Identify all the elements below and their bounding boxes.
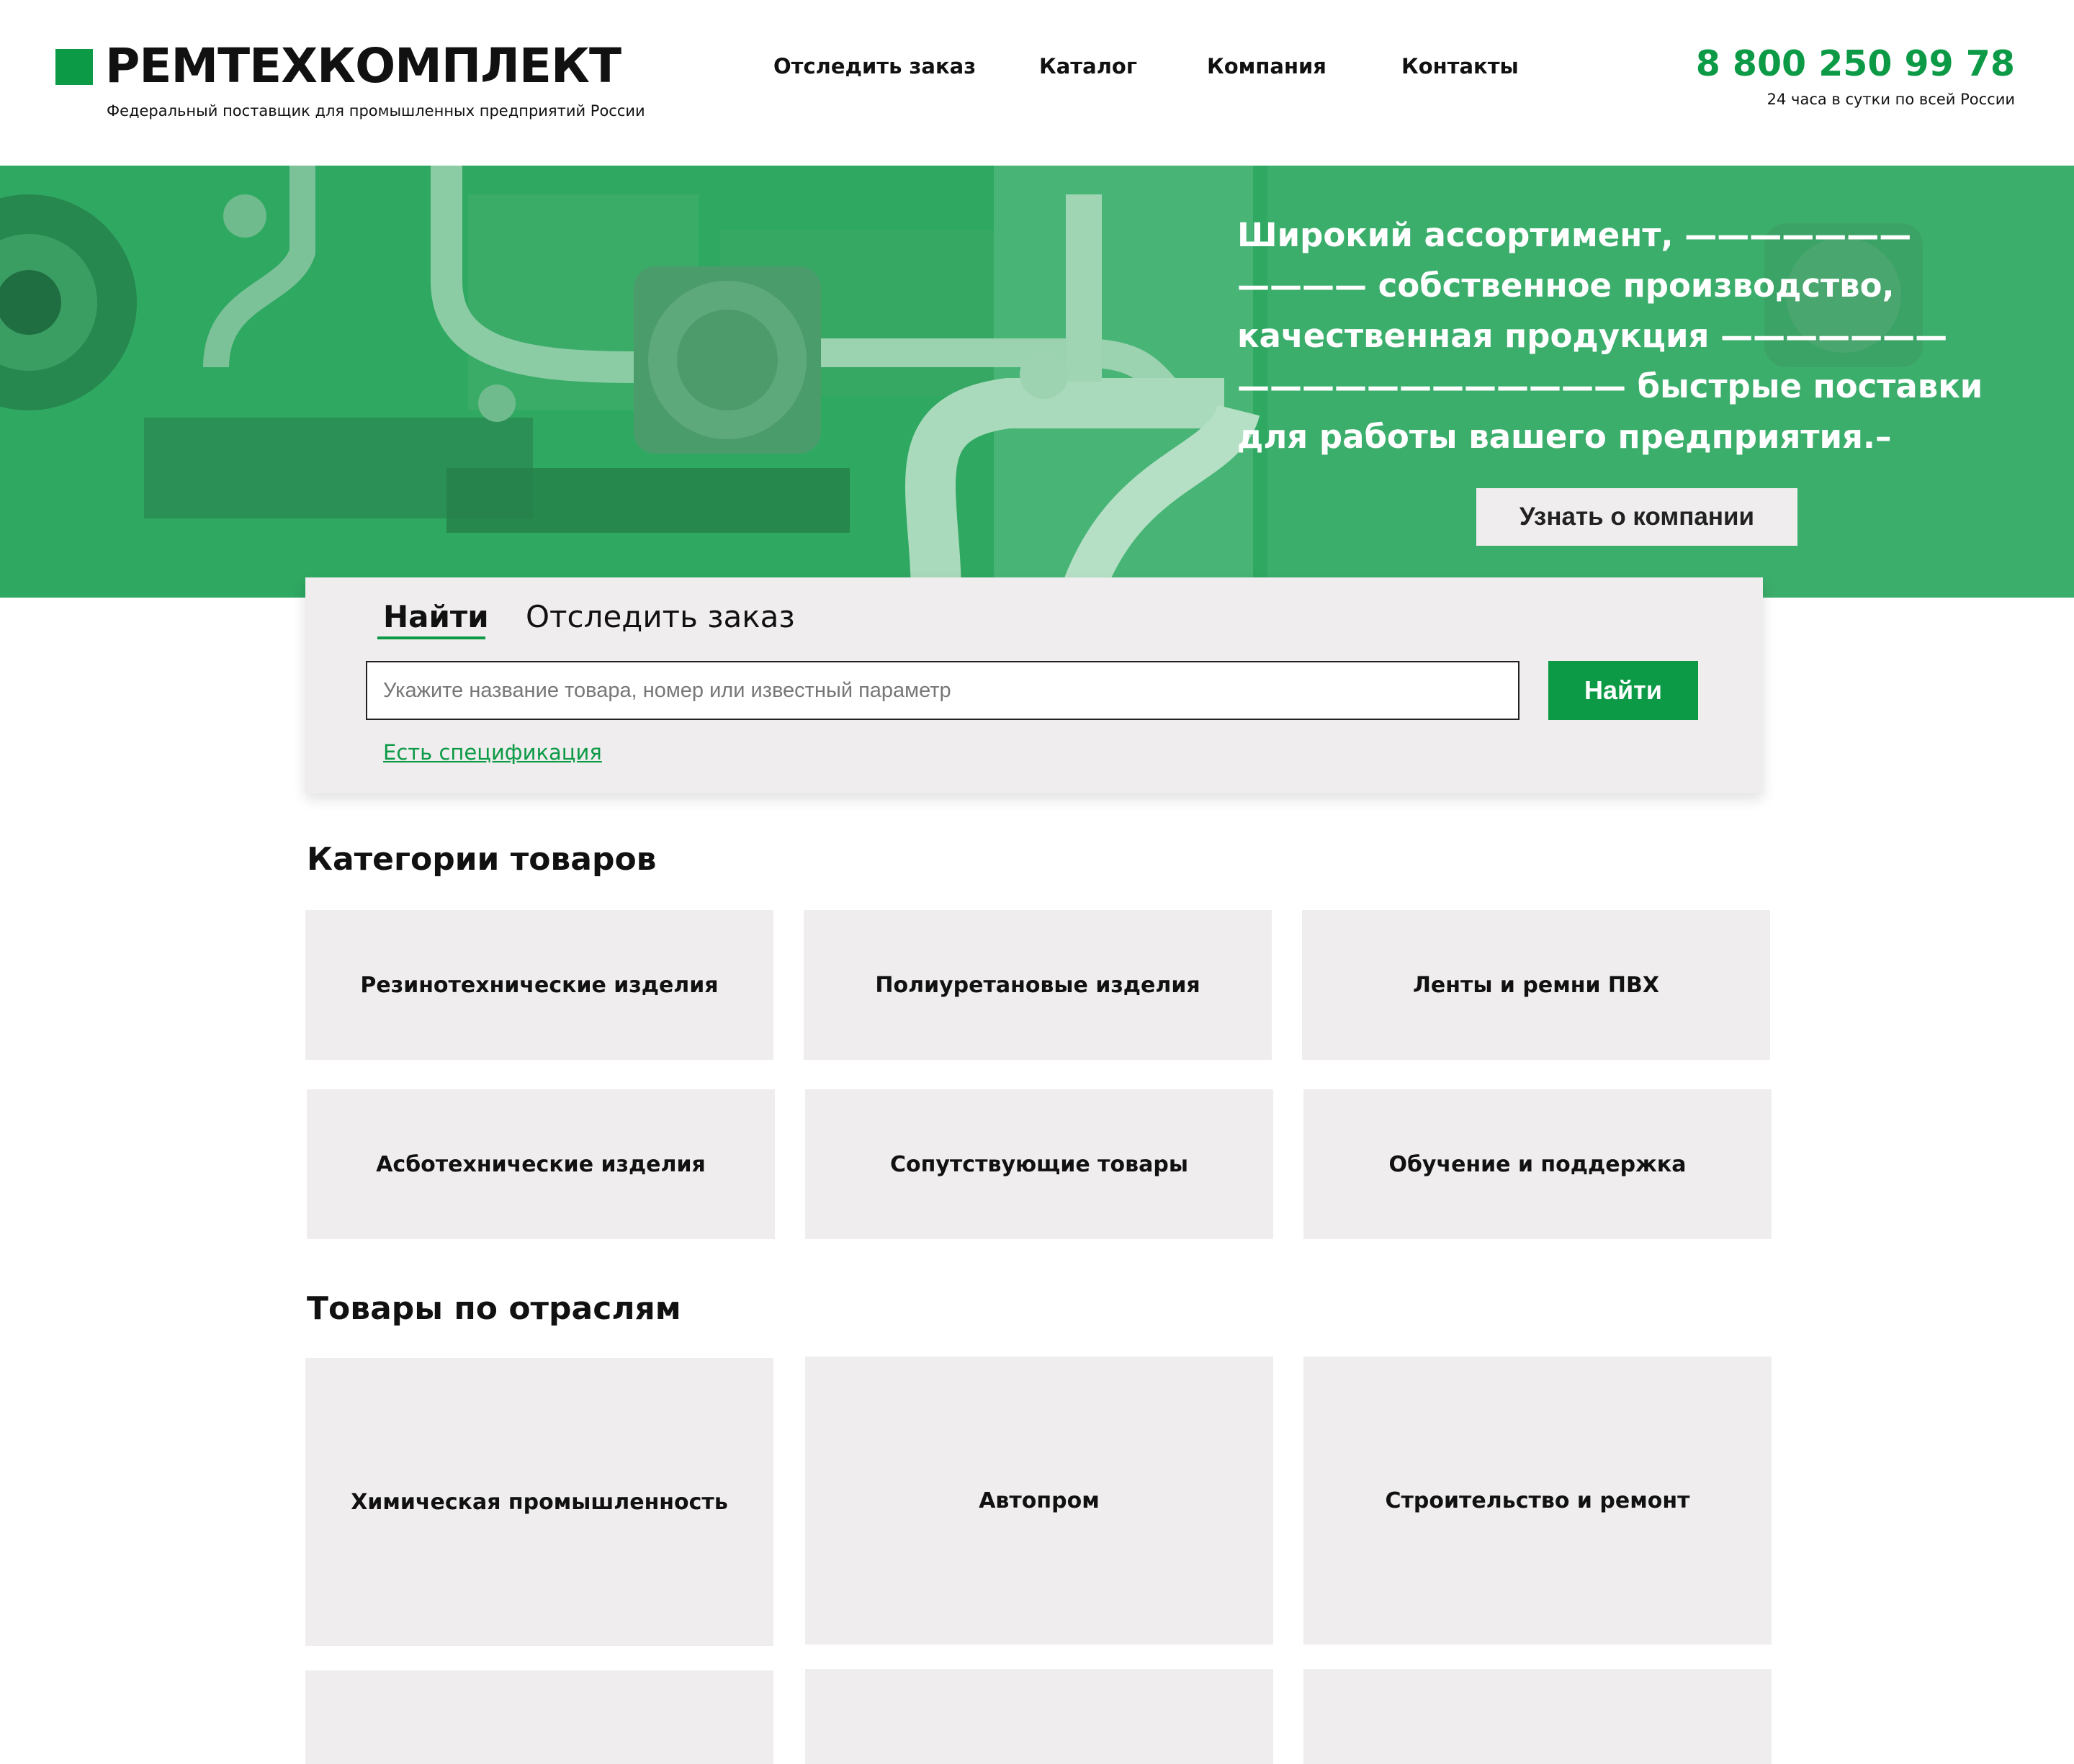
category-card-polyurethane[interactable]: Полиуретановые изделия: [804, 910, 1272, 1060]
category-card-training[interactable]: Обучение и поддержка: [1303, 1089, 1772, 1239]
specification-link[interactable]: Есть спецификация: [383, 740, 602, 765]
industry-card-chemical[interactable]: Химическая промышленность: [305, 1358, 773, 1646]
hero-banner: Широкий ассортимент, ——————— ———— собств…: [0, 166, 2074, 598]
hero-line: качественная продукция ———————: [1237, 317, 1948, 355]
logo-subtitle: Федеральный поставщик для промышленных п…: [107, 102, 645, 120]
tab-track-order[interactable]: Отследить заказ: [526, 599, 795, 634]
categories-title: Категории товаров: [307, 841, 657, 878]
hero-line: ———— собственное производство,: [1237, 266, 1895, 305]
phone-number[interactable]: 8 800 250 99 78: [1696, 43, 2015, 84]
industry-card[interactable]: [1303, 1669, 1772, 1764]
industry-card[interactable]: [805, 1669, 1273, 1764]
category-card-related-goods[interactable]: Сопутствующие товары: [805, 1089, 1273, 1239]
nav-track-order[interactable]: Отследить заказ: [773, 54, 976, 78]
search-panel: Найти Отследить заказ Найти Есть специфи…: [305, 577, 1763, 793]
hero-line: для работы вашего предприятия.–: [1237, 418, 1892, 456]
category-card-asbestos[interactable]: Асботехнические изделия: [307, 1089, 775, 1239]
search-input[interactable]: [366, 661, 1519, 720]
industry-card-automotive[interactable]: Автопром: [805, 1356, 1273, 1644]
logo-square-icon[interactable]: [55, 49, 93, 85]
category-card-rubber[interactable]: Резинотехнические изделия: [305, 910, 773, 1060]
industry-card-construction[interactable]: Строительство и ремонт: [1303, 1356, 1772, 1644]
phone-note: 24 часа в сутки по всей России: [1767, 91, 2015, 108]
search-button[interactable]: Найти: [1548, 661, 1698, 720]
hero-line: Широкий ассортимент, ———————: [1237, 216, 1912, 254]
nav-company[interactable]: Компания: [1207, 54, 1326, 78]
category-card-pvc-belts[interactable]: Ленты и ремни ПВХ: [1302, 910, 1770, 1060]
active-tab-indicator: [377, 636, 485, 639]
nav-contacts[interactable]: Контакты: [1401, 54, 1519, 78]
hero-line: ———————————— быстрые поставки: [1237, 367, 1983, 405]
industry-card[interactable]: [305, 1670, 773, 1764]
hero-tagline: Широкий ассортимент, ——————— ———— собств…: [1237, 210, 1983, 462]
nav-catalog[interactable]: Каталог: [1039, 54, 1137, 78]
tab-find[interactable]: Найти: [383, 599, 489, 634]
logo-text[interactable]: РЕМТЕХКОМПЛЕКТ: [105, 37, 621, 95]
site-header: РЕМТЕХКОМПЛЕКТ Федеральный поставщик для…: [0, 0, 2074, 166]
industries-title: Товары по отраслям: [307, 1290, 681, 1327]
about-company-button[interactable]: Узнать о компании: [1476, 488, 1797, 546]
